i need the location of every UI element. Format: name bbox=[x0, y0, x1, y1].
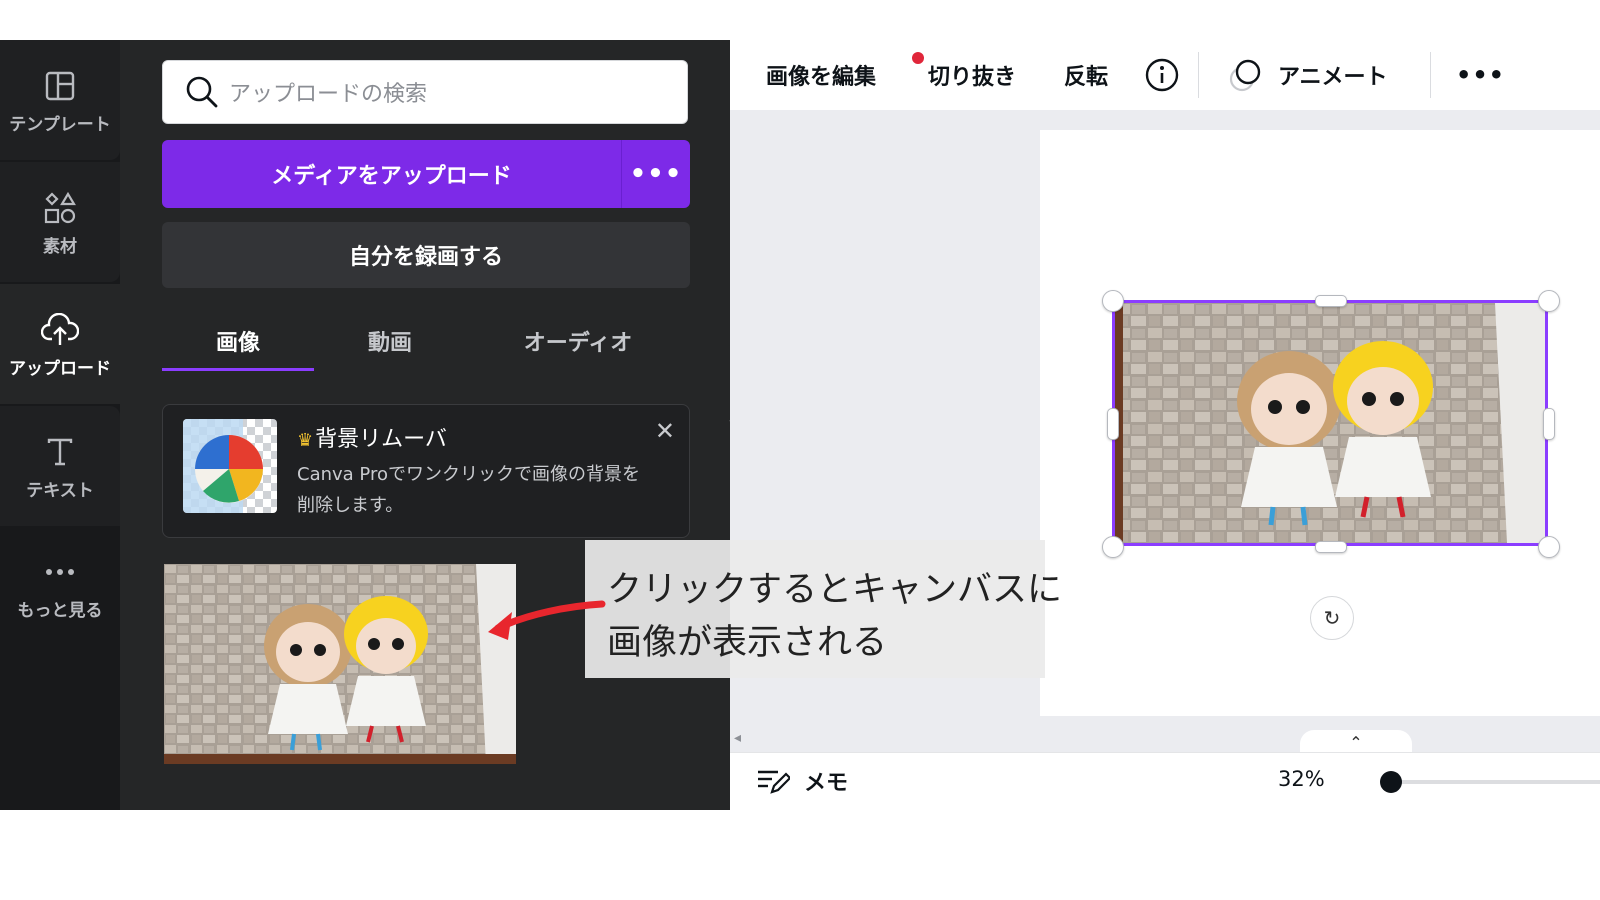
promo-title: ♛背景リムーバ bbox=[297, 421, 447, 453]
template-icon bbox=[40, 66, 80, 106]
beach-ball-icon bbox=[183, 419, 277, 513]
zoom-percentage[interactable]: 32% bbox=[1278, 767, 1325, 791]
animate-label: アニメート bbox=[1278, 65, 1388, 90]
media-tabs: 画像 動画 オーディオ bbox=[162, 310, 690, 372]
dolls-photo-thumbnail bbox=[164, 564, 516, 764]
uploaded-image-thumbnail[interactable] bbox=[164, 564, 516, 764]
annotation-callout: クリックするとキャンバスに 画像が表示される bbox=[585, 540, 1062, 678]
top-toolbar: 画像を編集 切り抜き 反転 アニメート ••• bbox=[730, 40, 1600, 111]
rail-item-more[interactable]: もっと見る bbox=[0, 526, 120, 646]
edit-image-button[interactable]: 画像を編集 bbox=[766, 52, 924, 94]
crop-button[interactable]: 切り抜き bbox=[928, 56, 1016, 94]
chevron-up-icon: ⌃ bbox=[1349, 732, 1363, 752]
search-input[interactable]: アップロードの検索 bbox=[162, 60, 688, 124]
rail-item-templates[interactable]: テンプレート bbox=[0, 40, 120, 160]
more-options-button[interactable]: ••• bbox=[1456, 56, 1505, 94]
resize-handle-top-right[interactable] bbox=[1538, 290, 1560, 312]
elements-icon bbox=[40, 188, 80, 228]
info-icon bbox=[1144, 57, 1180, 93]
left-rail: テンプレート 素材 アップロード テキスト もっと見る bbox=[0, 40, 120, 810]
zoom-slider-track[interactable] bbox=[1392, 780, 1600, 784]
annotation-text: クリックするとキャンバスに 画像が表示される bbox=[607, 570, 1063, 663]
upload-media-button[interactable]: メディアをアップロード bbox=[162, 140, 621, 208]
dolls-photo-canvas bbox=[1115, 303, 1545, 543]
background-remover-promo[interactable]: ♛背景リムーバ Canva Proでワンクリックで画像の背景を削除します。 ✕ bbox=[162, 404, 690, 538]
rail-label-elements: 素材 bbox=[43, 236, 77, 257]
active-tab-indicator bbox=[162, 368, 314, 371]
upload-options-button[interactable]: ••• bbox=[621, 140, 690, 208]
rail-label-upload: アップロード bbox=[9, 358, 111, 379]
rail-label-text: テキスト bbox=[26, 480, 94, 501]
tab-audio[interactable]: オーディオ bbox=[474, 310, 682, 372]
animate-button[interactable]: アニメート bbox=[1228, 56, 1388, 94]
search-icon bbox=[185, 75, 219, 109]
resize-handle-bottom[interactable] bbox=[1315, 541, 1347, 553]
rotate-button[interactable]: ↻ bbox=[1310, 596, 1354, 640]
notification-dot bbox=[912, 52, 924, 64]
tab-videos[interactable]: 動画 bbox=[314, 310, 466, 372]
horizontal-scrollbar[interactable]: ◂ bbox=[730, 728, 1600, 752]
edit-image-label: 画像を編集 bbox=[766, 65, 877, 90]
flip-button[interactable]: 反転 bbox=[1064, 56, 1108, 94]
toolbar-divider bbox=[1430, 52, 1431, 98]
upload-media-button-group: メディアをアップロード ••• bbox=[162, 140, 690, 208]
animate-icon bbox=[1228, 57, 1264, 93]
resize-handle-bottom-right[interactable] bbox=[1538, 536, 1560, 558]
info-button[interactable] bbox=[1144, 56, 1180, 94]
notes-label: メモ bbox=[804, 771, 849, 796]
resize-handle-top-left[interactable] bbox=[1102, 290, 1124, 312]
toolbar-divider bbox=[1198, 52, 1199, 98]
red-arrow-icon bbox=[478, 588, 606, 648]
promo-description: Canva Proでワンクリックで画像の背景を削除します。 bbox=[297, 464, 640, 516]
scroll-left-icon[interactable]: ◂ bbox=[734, 730, 741, 746]
more-dots-icon bbox=[40, 552, 80, 592]
resize-handle-bottom-left[interactable] bbox=[1102, 536, 1124, 558]
rail-label-more: もっと見る bbox=[17, 600, 103, 621]
crown-icon: ♛ bbox=[297, 430, 314, 451]
resize-handle-right[interactable] bbox=[1543, 408, 1555, 440]
uploads-panel: アップロードの検索 メディアをアップロード ••• 自分を録画する 画像 動画 … bbox=[120, 40, 730, 810]
search-placeholder: アップロードの検索 bbox=[229, 82, 428, 107]
rail-item-elements[interactable]: 素材 bbox=[0, 162, 120, 282]
upload-cloud-icon bbox=[40, 310, 80, 350]
resize-handle-left[interactable] bbox=[1107, 408, 1119, 440]
selected-image-on-canvas[interactable] bbox=[1112, 300, 1548, 546]
bottom-bar: メモ 32% bbox=[730, 752, 1600, 811]
resize-handle-top[interactable] bbox=[1315, 295, 1347, 307]
notes-button[interactable]: メモ bbox=[756, 765, 848, 797]
text-icon bbox=[40, 432, 80, 472]
zoom-slider-knob[interactable] bbox=[1380, 771, 1402, 793]
expand-pages-button[interactable]: ⌃ bbox=[1300, 730, 1412, 754]
promo-title-text: 背景リムーバ bbox=[315, 427, 447, 452]
rail-item-text[interactable]: テキスト bbox=[0, 406, 120, 526]
record-yourself-button[interactable]: 自分を録画する bbox=[162, 222, 690, 288]
tab-images[interactable]: 画像 bbox=[162, 310, 314, 372]
close-icon[interactable]: ✕ bbox=[655, 417, 675, 445]
rail-label-templates: テンプレート bbox=[9, 114, 111, 135]
rotate-icon: ↻ bbox=[1323, 606, 1341, 630]
notes-icon bbox=[756, 766, 790, 796]
rail-item-upload[interactable]: アップロード bbox=[0, 284, 120, 404]
